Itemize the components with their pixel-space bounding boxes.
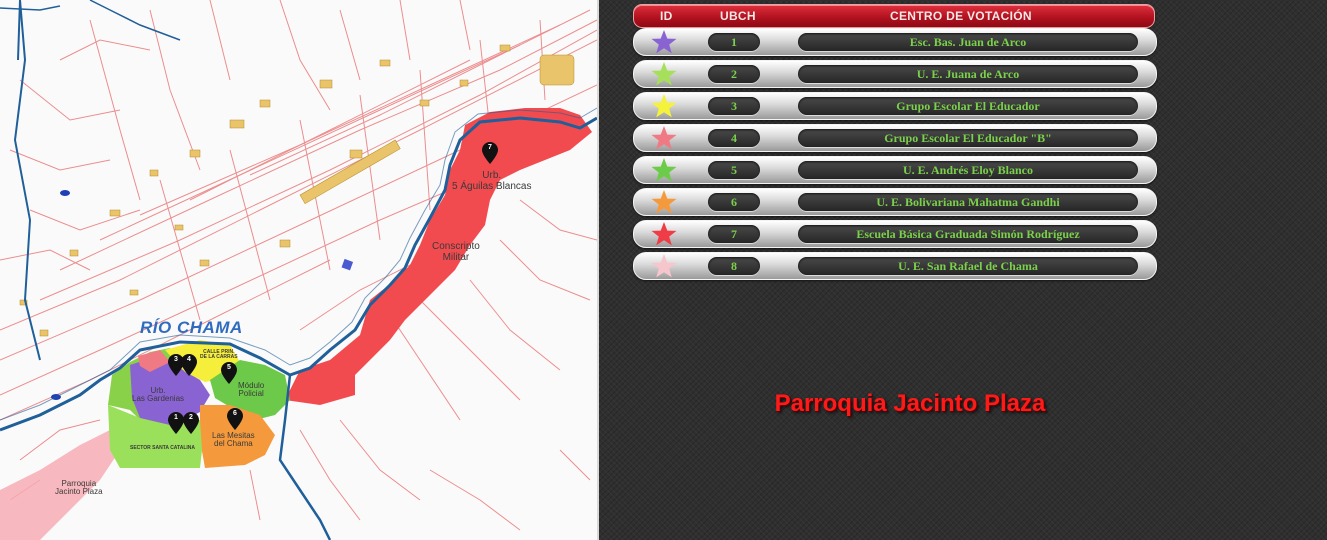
ubch-number: 8 <box>708 257 760 275</box>
pin-marker[interactable]: 6 <box>227 408 243 430</box>
pin-number: 2 <box>189 414 193 421</box>
star-icon <box>651 62 677 86</box>
table-row[interactable]: 6 U. E. Bolivariana Mahatma Gandhi <box>633 188 1157 216</box>
voting-centers-table: ID UBCH CENTRO DE VOTACIÓN 1 Esc. Bas. Ju… <box>633 4 1157 280</box>
pin-marker[interactable]: 5 <box>221 362 237 384</box>
header-ubch: UBCH <box>720 9 756 23</box>
star-icon <box>651 158 677 182</box>
label-calle: CALLE PRIN. DE LA CARRAS <box>200 349 238 361</box>
label-modulo: Módulo Policial <box>238 381 265 399</box>
table-row[interactable]: 3 Grupo Escolar El Educador <box>633 92 1157 120</box>
parish-map: RÍO CHAMA Urb. 5 Águilas Blancas Conscrip… <box>0 0 599 540</box>
star-icon <box>651 254 677 278</box>
pin-marker[interactable]: 2 <box>183 412 199 434</box>
voting-center-name: U. E. Bolivariana Mahatma Gandhi <box>798 193 1138 211</box>
table-row[interactable]: 2 U. E. Juana de Arco <box>633 60 1157 88</box>
label-parroquia: Parroquia Jacinto Plaza <box>55 479 103 497</box>
label-sector: SECTOR SANTA CATALINA <box>130 445 195 451</box>
label-mesitas: Las Mesitas del Chama <box>212 431 255 449</box>
voting-center-name: U. E. Juana de Arco <box>798 65 1138 83</box>
star-icon <box>651 94 677 118</box>
star-icon <box>651 222 677 246</box>
star-icon <box>651 30 677 54</box>
pin-number: 5 <box>227 364 231 371</box>
pin-marker[interactable]: 1 <box>168 412 184 434</box>
pin-number: 4 <box>187 356 191 363</box>
table-row[interactable]: 1 Esc. Bas. Juan de Arco <box>633 28 1157 56</box>
pin-marker[interactable]: 7 <box>482 142 498 164</box>
table-row[interactable]: 8 U. E. San Rafael de Chama <box>633 252 1157 280</box>
pin-marker[interactable]: 4 <box>181 354 197 376</box>
voting-center-name: Escuela Básica Graduada Simón Rodríguez <box>798 225 1138 243</box>
voting-center-name: Esc. Bas. Juan de Arco <box>798 33 1138 51</box>
header-centro: CENTRO DE VOTACIÓN <box>890 9 1032 23</box>
pin-number: 7 <box>488 144 492 151</box>
star-icon <box>651 126 677 150</box>
river-label: RÍO CHAMA <box>140 318 243 337</box>
ubch-number: 5 <box>708 161 760 179</box>
star-icon <box>651 190 677 214</box>
pin-number: 6 <box>233 410 237 417</box>
table-row[interactable]: 5 U. E. Andrés Eloy Blanco <box>633 156 1157 184</box>
voting-center-name: U. E. Andrés Eloy Blanco <box>798 161 1138 179</box>
ubch-number: 6 <box>708 193 760 211</box>
voting-center-name: Grupo Escolar El Educador "B" <box>798 129 1138 147</box>
table-row[interactable]: 7 Escuela Básica Graduada Simón Rodríguez <box>633 220 1157 248</box>
ubch-number: 1 <box>708 33 760 51</box>
label-urb-aguilas: Urb. 5 Águilas Blancas <box>452 170 532 192</box>
ubch-number: 3 <box>708 97 760 115</box>
label-conscripto: Conscripto Militar <box>432 241 480 263</box>
ubch-number: 4 <box>708 129 760 147</box>
parish-title: Parroquia Jacinto Plaza <box>774 390 1046 417</box>
ubch-number: 7 <box>708 225 760 243</box>
ubch-number: 2 <box>708 65 760 83</box>
header-id: ID <box>660 9 673 23</box>
voting-center-name: Grupo Escolar El Educador <box>798 97 1138 115</box>
map-canvas <box>0 0 597 540</box>
voting-center-name: U. E. San Rafael de Chama <box>798 257 1138 275</box>
pin-number: 1 <box>174 414 178 421</box>
blue-pool <box>60 190 70 196</box>
blue-building <box>341 258 354 271</box>
river-top <box>0 5 61 11</box>
river-north-branch <box>89 0 181 41</box>
table-row[interactable]: 4 Grupo Escolar El Educador "B" <box>633 124 1157 152</box>
table-header: ID UBCH CENTRO DE VOTACIÓN <box>633 4 1155 28</box>
label-urb-gardenias: Urb. Las Gardenias <box>132 386 185 404</box>
